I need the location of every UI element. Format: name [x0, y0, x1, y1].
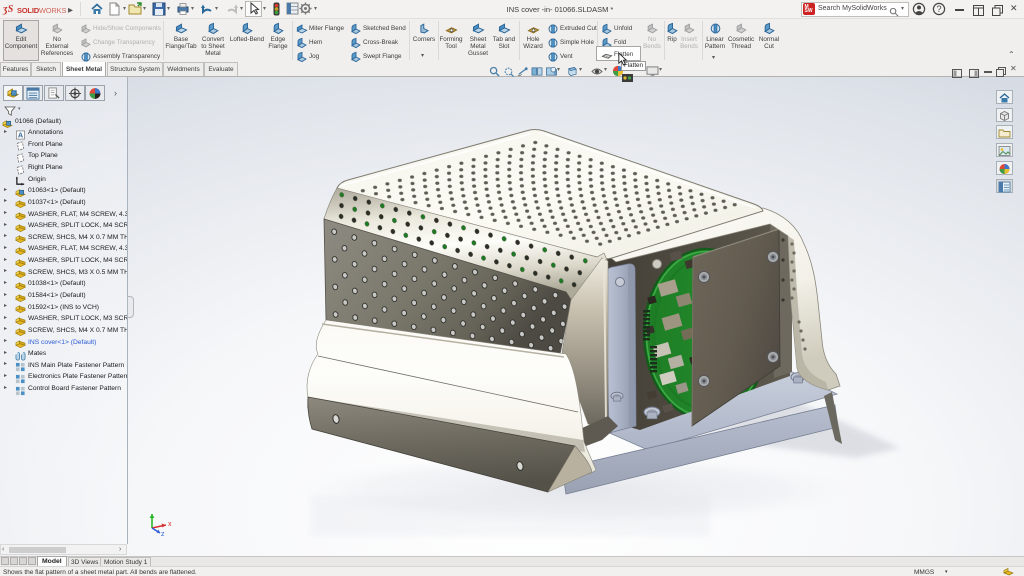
svg-text:z: z: [161, 531, 165, 536]
svg-text:?: ?: [936, 4, 941, 14]
svg-text:x: x: [168, 521, 172, 528]
